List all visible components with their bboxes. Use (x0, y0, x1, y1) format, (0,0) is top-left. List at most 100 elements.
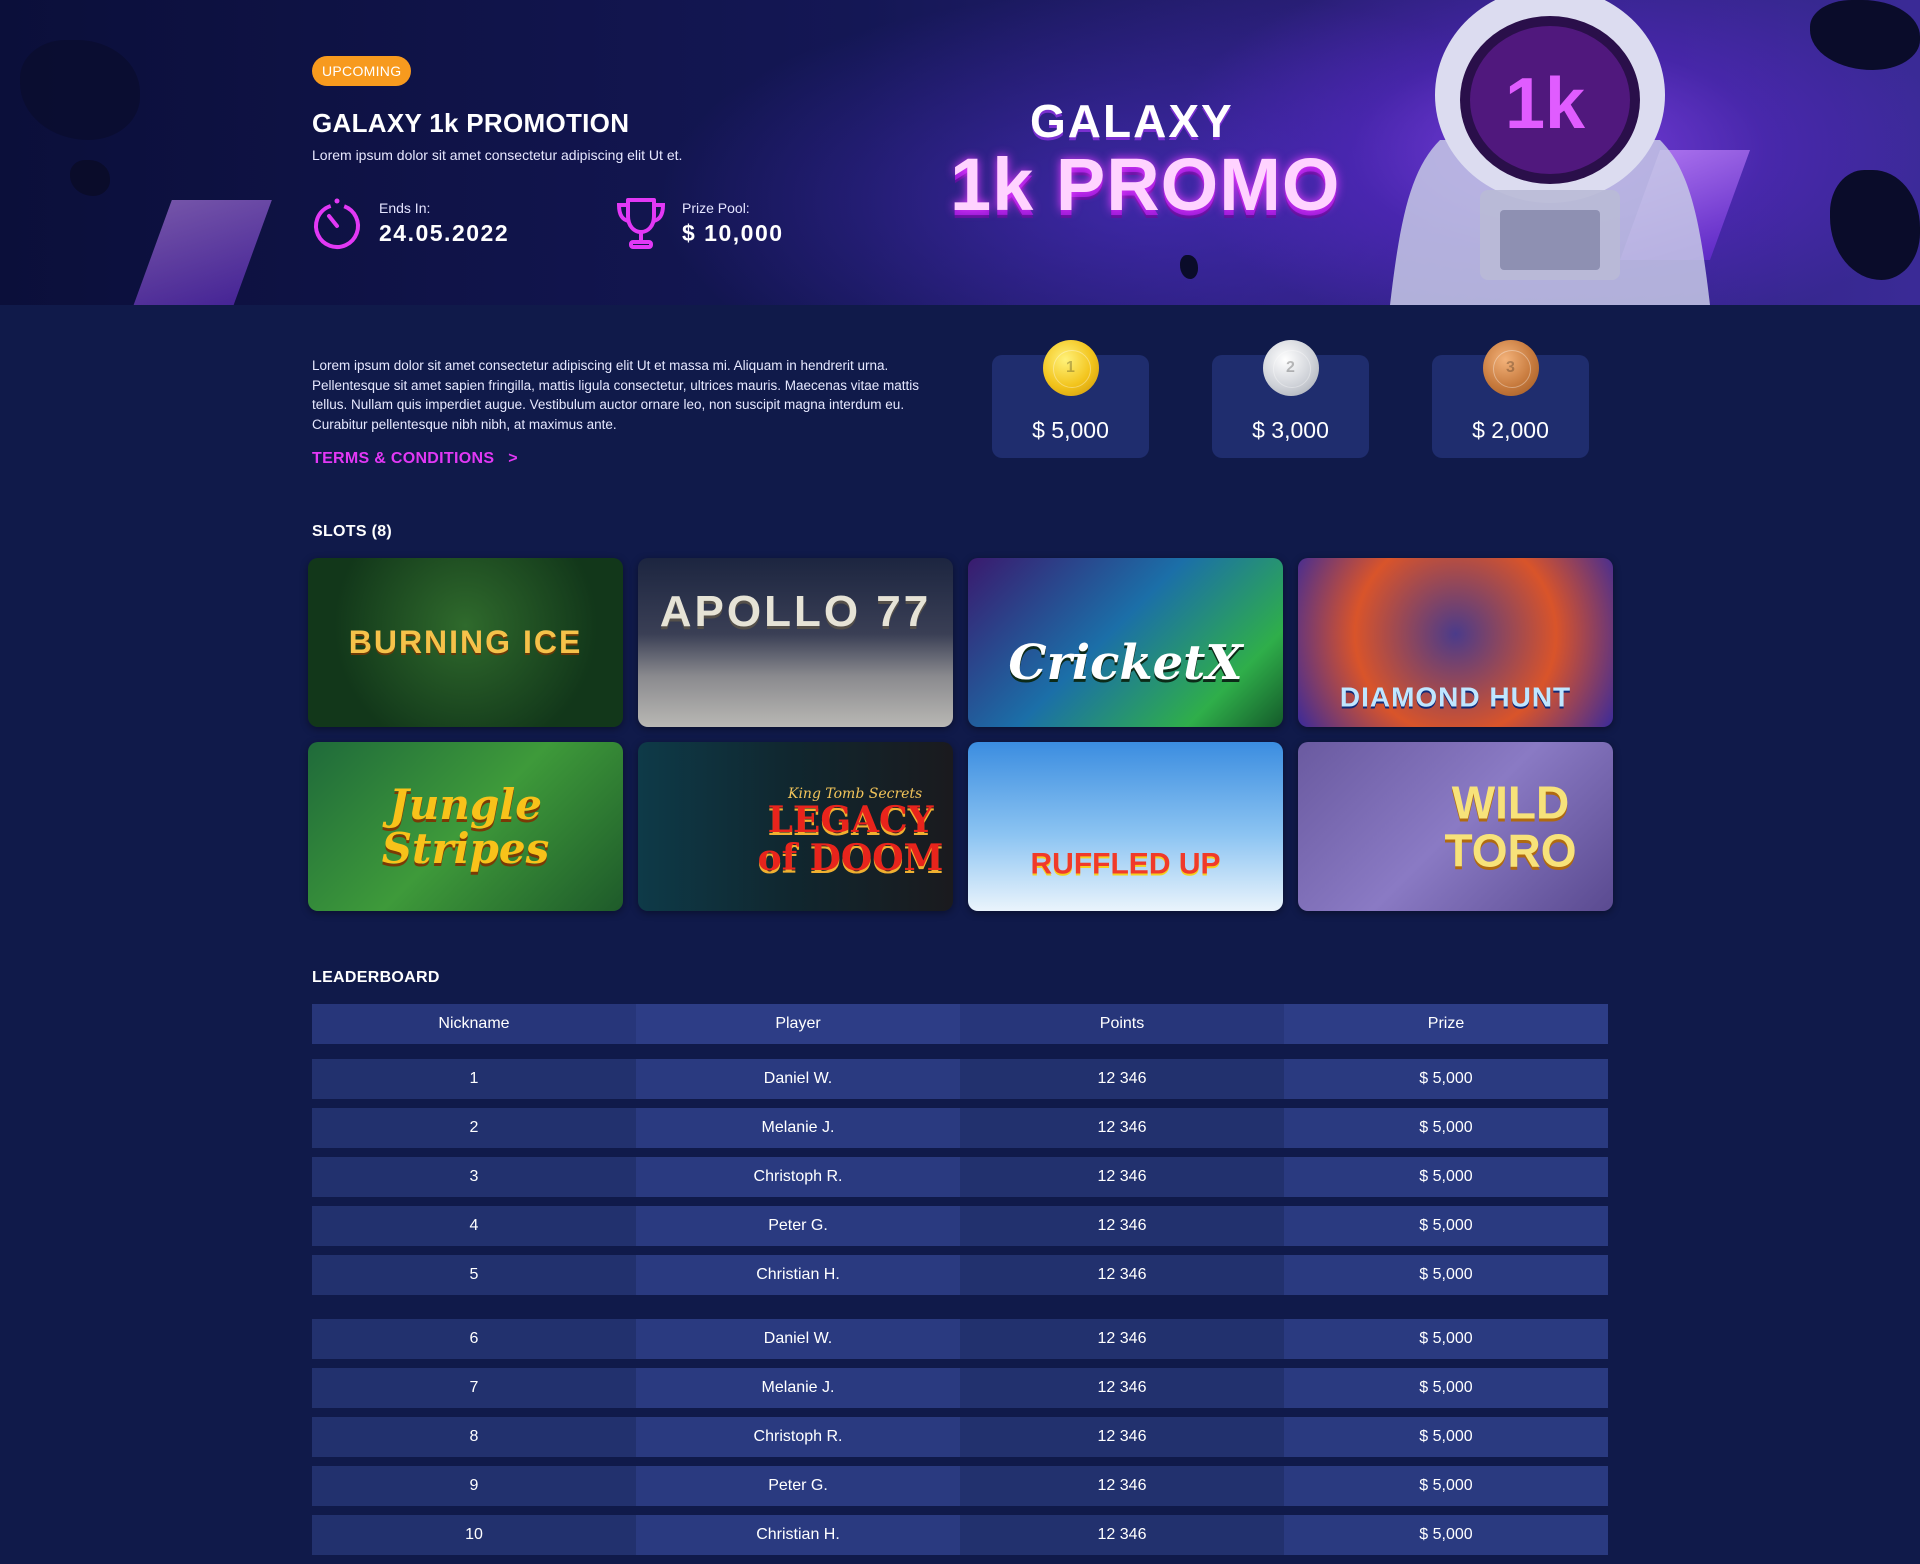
nickname-cell: 7 (312, 1368, 636, 1408)
slot-card-ruffled-up[interactable]: RUFFLED UP (968, 742, 1283, 911)
table-row: 9 Peter G. 12 346 $ 5,000 (312, 1466, 1608, 1506)
prize-card-third: 3 $ 2,000 (1432, 340, 1589, 458)
promo-logo-line2: 1k PROMO (950, 143, 1341, 226)
promo-logo-art: GALAXY 1k PROMO (920, 80, 1400, 240)
table-row: 6 Daniel W. 12 346 $ 5,000 (312, 1319, 1608, 1359)
column-header: Player (636, 1004, 960, 1044)
table-row: 7 Melanie J. 12 346 $ 5,000 (312, 1368, 1608, 1408)
asteroid-decoration (1180, 255, 1198, 279)
slot-title: RUFFLED UP (1030, 846, 1221, 880)
points-cell: 12 346 (960, 1108, 1284, 1148)
helmet-text: 1k (1505, 64, 1586, 144)
promo-logo-line1: GALAXY (1030, 95, 1234, 147)
table-row: 3 Christoph R. 12 346 $ 5,000 (312, 1157, 1608, 1197)
asteroid-decoration (1810, 0, 1920, 70)
slot-title: BURNING ICE (348, 623, 583, 660)
trophy-icon (616, 198, 666, 249)
table-row: 1 Daniel W. 12 346 $ 5,000 (312, 1059, 1608, 1099)
slot-card-legacy-of-doom[interactable]: King Tomb Secrets LEGACY of DOOM (638, 742, 953, 911)
points-cell: 12 346 (960, 1515, 1284, 1555)
prize-card-second: 2 $ 3,000 (1212, 340, 1369, 458)
nickname-cell: 3 (312, 1157, 636, 1197)
asteroid-decoration (20, 40, 140, 140)
promotion-title: GALAXY 1k PROMOTION (312, 108, 630, 138)
prize-cell: $ 5,000 (1284, 1059, 1608, 1099)
timer-icon (314, 198, 360, 249)
slot-card-jungle-stripes[interactable]: Jungle Stripes (308, 742, 623, 911)
astronaut-illustration: 1k (1390, 0, 1710, 305)
table-row: 5 Christian H. 12 346 $ 5,000 (312, 1255, 1608, 1295)
nickname-cell: 8 (312, 1417, 636, 1457)
terms-conditions-link[interactable]: TERMS & CONDITIONS > (312, 450, 518, 468)
prize-card-first: 1 $ 5,000 (992, 340, 1149, 458)
slot-card-apollo-77[interactable]: APOLLO 77 (638, 558, 953, 727)
gold-medal-icon: 1 (1042, 340, 1099, 396)
player-cell: Christian H. (636, 1255, 960, 1295)
prize-amount: $ 3,000 (1252, 417, 1329, 443)
slot-card-burning-ice[interactable]: BURNING ICE (308, 558, 623, 727)
points-cell: 12 346 (960, 1206, 1284, 1246)
promotion-subtitle: Lorem ipsum dolor sit amet consectetur a… (312, 147, 683, 163)
table-row: 10 Christian H. 12 346 $ 5,000 (312, 1515, 1608, 1555)
prize-cell: $ 5,000 (1284, 1466, 1608, 1506)
prize-cell: $ 5,000 (1284, 1255, 1608, 1295)
points-cell: 12 346 (960, 1255, 1284, 1295)
status-badge: UPCOMING (312, 56, 412, 86)
promotion-description: Lorem ipsum dolor sit amet consectetur a… (312, 358, 920, 432)
nickname-cell: 9 (312, 1466, 636, 1506)
points-cell: 12 346 (960, 1157, 1284, 1197)
slot-card-cricket-x[interactable]: CricketX (968, 558, 1283, 727)
table-row: 2 Melanie J. 12 346 $ 5,000 (312, 1108, 1608, 1148)
ends-in-label: Ends In: (379, 200, 431, 216)
prize-cell: $ 5,000 (1284, 1368, 1608, 1408)
player-cell: Daniel W. (636, 1319, 960, 1359)
slot-card-wild-toro[interactable]: WILD TORO (1298, 742, 1613, 911)
player-cell: Melanie J. (636, 1368, 960, 1408)
nickname-cell: 10 (312, 1515, 636, 1555)
prize-pool-stat: Prize Pool: $ 10,000 (615, 196, 815, 252)
points-cell: 12 346 (960, 1417, 1284, 1457)
player-cell: Christoph R. (636, 1417, 960, 1457)
nickname-cell: 1 (312, 1059, 636, 1099)
crystal-decoration (128, 200, 272, 305)
leaderboard-header-row: Nickname Player Points Prize (312, 1004, 1608, 1044)
prize-cell: $ 5,000 (1284, 1417, 1608, 1457)
table-row: 8 Christoph R. 12 346 $ 5,000 (312, 1417, 1608, 1457)
slot-title: APOLLO 77 (659, 586, 932, 636)
player-cell: Christian H. (636, 1515, 960, 1555)
nickname-cell: 2 (312, 1108, 636, 1148)
column-header: Points (960, 1004, 1284, 1044)
player-cell: Peter G. (636, 1466, 960, 1506)
slot-title: WILD TORO (1444, 776, 1577, 877)
medal-place: 2 (1286, 359, 1295, 376)
table-row: 4 Peter G. 12 346 $ 5,000 (312, 1206, 1608, 1246)
leaderboard-heading: LEADERBOARD (312, 969, 440, 986)
prize-pool-value: $ 10,000 (682, 220, 784, 246)
medal-place: 1 (1066, 359, 1075, 376)
hero-banner: UPCOMING GALAXY 1k PROMOTION Lorem ipsum… (0, 0, 1920, 305)
ends-in-value: 24.05.2022 (379, 220, 510, 246)
prize-amount: $ 5,000 (1032, 417, 1109, 443)
chevron-right-icon: > (508, 450, 518, 467)
asteroid-decoration (70, 160, 110, 196)
points-cell: 12 346 (960, 1319, 1284, 1359)
silver-medal-icon: 2 (1262, 340, 1319, 396)
slot-card-diamond-hunt[interactable]: DIAMOND HUNT (1298, 558, 1613, 727)
prize-cell: $ 5,000 (1284, 1515, 1608, 1555)
nickname-cell: 6 (312, 1319, 636, 1359)
slots-heading: SLOTS (8) (312, 523, 393, 540)
terms-label: TERMS & CONDITIONS (312, 450, 495, 467)
prize-cell: $ 5,000 (1284, 1206, 1608, 1246)
ends-in-stat: Ends In: 24.05.2022 (312, 196, 562, 252)
prize-amount: $ 2,000 (1472, 417, 1549, 443)
points-cell: 12 346 (960, 1466, 1284, 1506)
points-cell: 12 346 (960, 1368, 1284, 1408)
player-cell: Daniel W. (636, 1059, 960, 1099)
slot-title: Jungle Stripes (381, 779, 550, 873)
points-cell: 12 346 (960, 1059, 1284, 1099)
prize-cell: $ 5,000 (1284, 1157, 1608, 1197)
nickname-cell: 5 (312, 1255, 636, 1295)
slot-title: CricketX (1008, 634, 1243, 691)
player-cell: Melanie J. (636, 1108, 960, 1148)
nickname-cell: 4 (312, 1206, 636, 1246)
